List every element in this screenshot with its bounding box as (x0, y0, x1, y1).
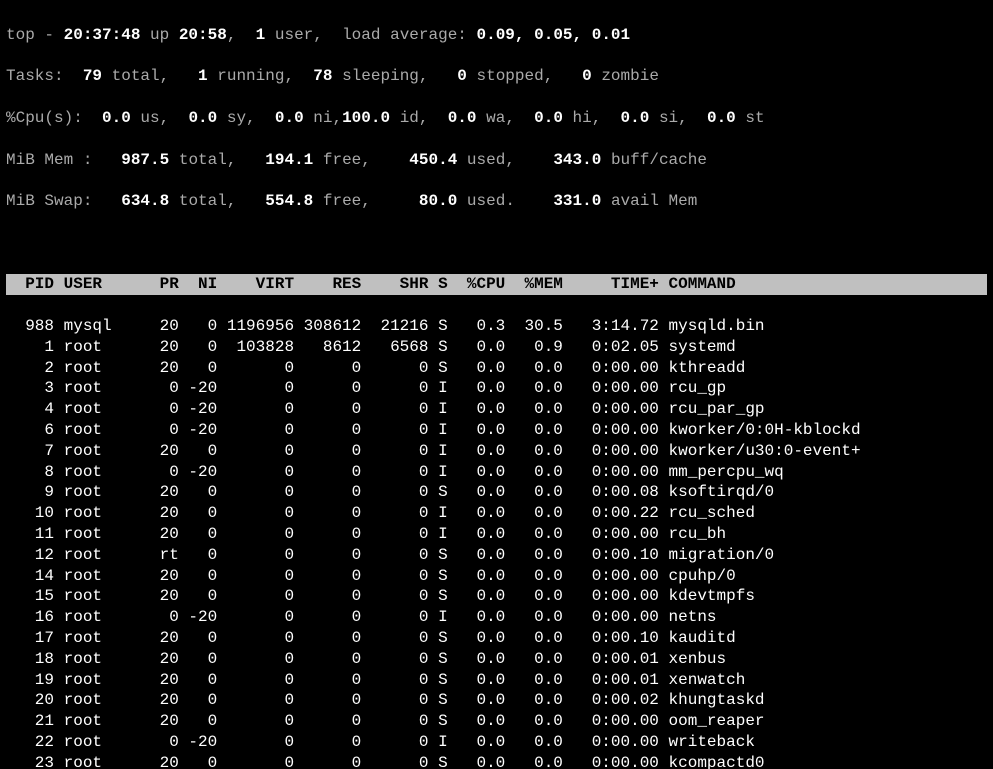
summary-line-mem: MiB Mem : 987.5 total, 194.1 free, 450.4… (6, 150, 987, 171)
process-row[interactable]: 19 root 20 0 0 0 0 S 0.0 0.0 0:00.01 xen… (6, 670, 987, 691)
process-row[interactable]: 2 root 20 0 0 0 0 S 0.0 0.0 0:00.00 kthr… (6, 358, 987, 379)
process-row[interactable]: 14 root 20 0 0 0 0 S 0.0 0.0 0:00.00 cpu… (6, 566, 987, 587)
process-row[interactable]: 20 root 20 0 0 0 0 S 0.0 0.0 0:00.02 khu… (6, 690, 987, 711)
process-row[interactable]: 7 root 20 0 0 0 0 I 0.0 0.0 0:00.00 kwor… (6, 441, 987, 462)
process-row[interactable]: 18 root 20 0 0 0 0 S 0.0 0.0 0:00.01 xen… (6, 649, 987, 670)
process-row[interactable]: 17 root 20 0 0 0 0 S 0.0 0.0 0:00.10 kau… (6, 628, 987, 649)
process-row[interactable]: 988 mysql 20 0 1196956 308612 21216 S 0.… (6, 316, 987, 337)
top-terminal[interactable]: top - 20:37:48 up 20:58, 1 user, load av… (0, 0, 993, 769)
table-header[interactable]: PID USER PR NI VIRT RES SHR S %CPU %MEM … (6, 274, 987, 295)
process-row[interactable]: 11 root 20 0 0 0 0 I 0.0 0.0 0:00.00 rcu… (6, 524, 987, 545)
process-row[interactable]: 6 root 0 -20 0 0 0 I 0.0 0.0 0:00.00 kwo… (6, 420, 987, 441)
process-row[interactable]: 10 root 20 0 0 0 0 I 0.0 0.0 0:00.22 rcu… (6, 503, 987, 524)
process-row[interactable]: 21 root 20 0 0 0 0 S 0.0 0.0 0:00.00 oom… (6, 711, 987, 732)
process-row[interactable]: 22 root 0 -20 0 0 0 I 0.0 0.0 0:00.00 wr… (6, 732, 987, 753)
process-row[interactable]: 9 root 20 0 0 0 0 S 0.0 0.0 0:00.08 ksof… (6, 482, 987, 503)
process-row[interactable]: 23 root 20 0 0 0 0 S 0.0 0.0 0:00.00 kco… (6, 753, 987, 769)
blank-line (6, 233, 987, 254)
process-row[interactable]: 1 root 20 0 103828 8612 6568 S 0.0 0.9 0… (6, 337, 987, 358)
process-row[interactable]: 15 root 20 0 0 0 0 S 0.0 0.0 0:00.00 kde… (6, 586, 987, 607)
summary-line-cpu: %Cpu(s): 0.0 us, 0.0 sy, 0.0 ni,100.0 id… (6, 108, 987, 129)
process-row[interactable]: 4 root 0 -20 0 0 0 I 0.0 0.0 0:00.00 rcu… (6, 399, 987, 420)
process-row[interactable]: 3 root 0 -20 0 0 0 I 0.0 0.0 0:00.00 rcu… (6, 378, 987, 399)
process-row[interactable]: 8 root 0 -20 0 0 0 I 0.0 0.0 0:00.00 mm_… (6, 462, 987, 483)
process-list[interactable]: 988 mysql 20 0 1196956 308612 21216 S 0.… (6, 316, 987, 769)
process-row[interactable]: 12 root rt 0 0 0 0 S 0.0 0.0 0:00.10 mig… (6, 545, 987, 566)
summary-line-1: top - 20:37:48 up 20:58, 1 user, load av… (6, 25, 987, 46)
process-row[interactable]: 16 root 0 -20 0 0 0 I 0.0 0.0 0:00.00 ne… (6, 607, 987, 628)
summary-line-tasks: Tasks: 79 total, 1 running, 78 sleeping,… (6, 66, 987, 87)
summary-line-swap: MiB Swap: 634.8 total, 554.8 free, 80.0 … (6, 191, 987, 212)
